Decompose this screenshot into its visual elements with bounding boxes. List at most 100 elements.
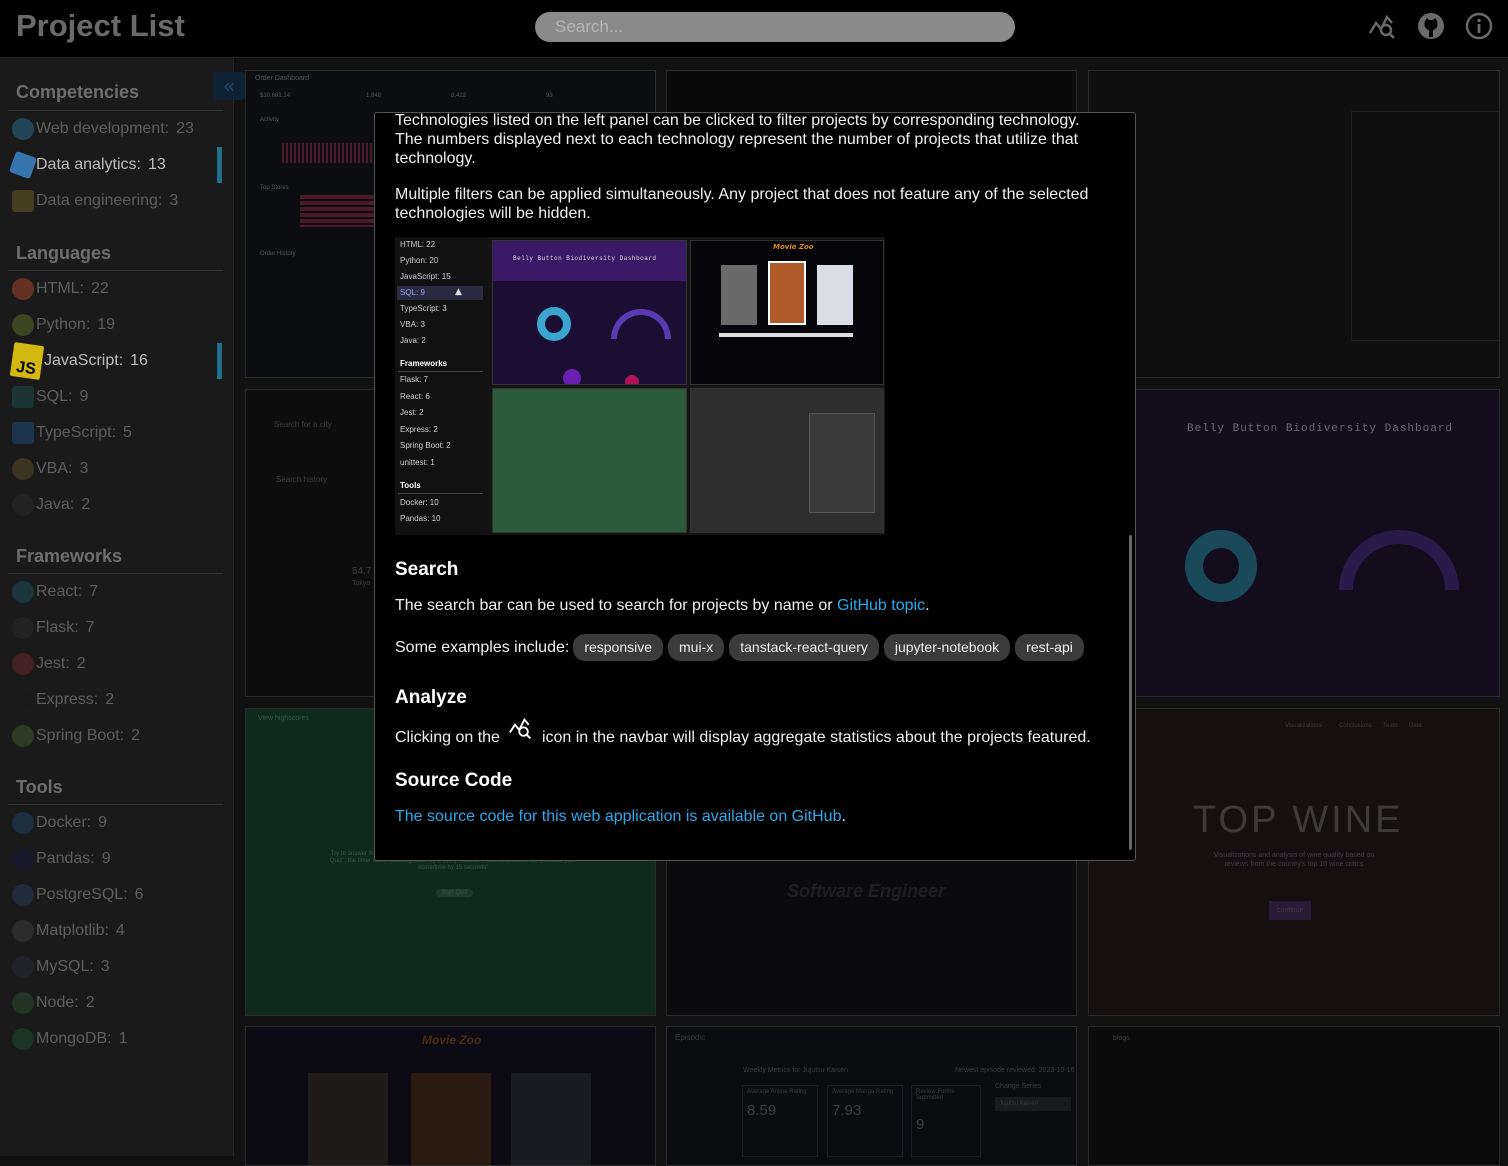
item-count: 3 [100,958,110,975]
sidebar-item-matplotlib[interactable]: Matplotlib: 4 [12,916,222,946]
search-text-end: . [925,597,930,614]
demo-divider [398,493,483,494]
sidebar-item-react[interactable]: React: 7 [12,577,222,607]
search-input[interactable] [535,12,1015,42]
analytics-icon [508,717,534,746]
pandas-icon [12,848,34,870]
card-title: Belly Button Biodiversity Dashboard [1187,423,1454,435]
sidebar-item-docker[interactable]: Docker: 9 [12,808,222,838]
section-divider [8,804,223,805]
demo-item: SQL: 9 [400,288,425,297]
donut-chart [1185,530,1257,602]
wine-nav[interactable]: Data [1409,723,1422,729]
examples-row: Some examples include: responsive mui-x … [395,634,1110,661]
item-label: MySQL: [36,958,94,975]
spring-icon [12,725,34,747]
example-chip-jupyter-notebook[interactable]: jupyter-notebook [883,634,1011,661]
mongodb-icon [12,1028,34,1050]
item-label: PostgreSQL: [36,886,128,903]
intro-paragraph-1: Technologies listed on the left panel ca… [395,112,1080,167]
project-card-episodic[interactable]: Episodic Weekly Metrics for Jujutsu Kais… [666,1026,1077,1166]
sidebar-item-mongodb[interactable]: MongoDB: 1 [12,1024,222,1054]
demo-item: Docker: 10 [400,498,439,507]
sidebar-item-postgresql[interactable]: PostgreSQL: 6 [12,880,222,910]
project-card-form[interactable] [1088,70,1500,378]
demo-item: HTML: 22 [400,240,436,249]
sidebar-item-java[interactable]: Java: 2 [12,490,222,520]
sidebar-item-spring-boot[interactable]: Spring Boot: 2 [12,721,222,751]
info-icon[interactable] [1463,10,1495,42]
cursor-icon: ▲ [455,287,462,297]
thumb-bubble [625,375,639,384]
card-temp: 54.7 [352,566,372,577]
start-quiz-button[interactable]: Start Quiz [436,889,473,897]
express-icon [12,689,34,711]
section-title-languages: Languages [16,243,112,263]
example-chip-mui-x[interactable]: mui-x [668,634,725,661]
filter-demo-image: HTML: 22 Python: 20 JavaScript: 15 SQL: … [395,237,885,535]
sidebar-item-web-development[interactable]: Web development: 23 [12,114,222,144]
demo-item: Jest: 2 [400,408,424,417]
item-count: 3 [169,192,179,209]
card-title: Episodic [675,1033,706,1042]
example-chip-tanstack-react-query[interactable]: tanstack-react-query [729,634,879,661]
item-count: 22 [91,280,109,297]
sidebar-item-jest[interactable]: Jest: 2 [12,649,222,679]
sidebar-item-data-analytics[interactable]: Data analytics: 13 [8,150,222,180]
examples-label: Some examples include: [395,639,570,656]
wine-nav[interactable]: Visualizations [1285,723,1322,729]
example-chip-rest-api[interactable]: rest-api [1015,634,1084,661]
item-count: 23 [176,120,194,137]
item-label: Express: [36,691,99,708]
analytics-icon[interactable] [1366,10,1398,42]
continue-button[interactable]: continue [1269,901,1312,920]
sidebar-item-sql[interactable]: SQL: 9 [12,382,222,412]
sidebar-item-html[interactable]: HTML: 22 [12,274,222,304]
card-section: Activity [260,117,280,123]
metric-value: 8.59 [747,1102,777,1119]
project-card-movie-zoo[interactable]: Movie Zoo [245,1026,656,1166]
item-count: 1 [118,1030,128,1047]
github-topic-link[interactable]: GitHub topic [837,597,925,614]
source-code-link[interactable]: The source code for this web application… [395,808,841,825]
card-label: Search for a city [274,420,332,429]
metric-label: Average Anime Rating [747,1089,807,1095]
collapse-sidebar-button[interactable]: « [213,72,245,100]
sidebar-item-pandas[interactable]: Pandas: 9 [12,844,222,874]
analyze-heading: Analyze [395,687,467,708]
analyze-text-end: icon in the navbar will display aggregat… [541,729,1091,746]
thumb-poster [721,265,757,325]
thumb-poster [817,265,853,325]
series-select[interactable]: Jujutsu Kaisen [995,1097,1071,1111]
sidebar-item-vba[interactable]: VBA: 3 [12,454,222,484]
card-section: Top Stores [260,185,289,191]
item-label: React: [36,583,83,600]
sidebar-item-python[interactable]: Python: 19 [12,310,222,340]
typescript-icon [12,422,34,444]
project-card-top-wine[interactable]: Visualizations Conclusions Team Data TOP… [1088,708,1500,1016]
card-label: Search history [276,475,328,484]
sidebar-item-javascript[interactable]: JS JavaScript: 16 [9,342,222,380]
sidebar-item-mysql[interactable]: MySQL: 3 [12,952,222,982]
wine-nav[interactable]: Conclusions [1339,723,1372,729]
sidebar-item-flask[interactable]: Flask: 7 [12,613,222,643]
highscores-link[interactable]: View highscores [258,715,309,722]
demo-thumb-form [690,388,884,533]
project-card-blogs[interactable]: blogs [1088,1026,1500,1166]
wine-nav[interactable]: Team [1383,723,1398,729]
modal-scrollbar[interactable] [1129,535,1132,850]
sidebar-item-typescript[interactable]: TypeScript: 5 [12,418,222,448]
postgresql-icon [12,884,34,906]
example-chip-responsive[interactable]: responsive [573,634,664,661]
item-count: 2 [85,994,95,1011]
project-card-belly-button[interactable]: Belly Button Biodiversity Dashboard [1088,389,1500,697]
vba-icon [12,458,34,480]
card-title: Software Engineer [787,881,946,901]
github-icon[interactable] [1415,10,1447,42]
sidebar-item-node[interactable]: Node: 2 [12,988,222,1018]
flask-icon [12,617,34,639]
sidebar-item-data-engineering[interactable]: Data engineering: 3 [12,186,222,216]
sidebar-item-express[interactable]: Express: 2 [12,685,222,715]
card-city: Tokyo [352,580,371,587]
card-subtitle: Visualizations and analysis of wine qual… [1213,852,1375,868]
